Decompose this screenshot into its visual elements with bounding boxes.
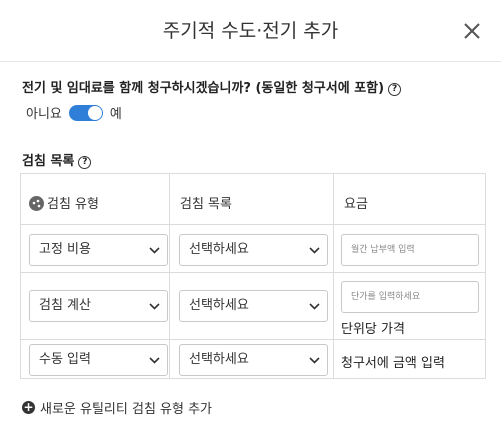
header-meter-type: 검침 유형 <box>29 193 99 212</box>
select-value: 선택하세요 <box>189 242 249 257</box>
select-value: 선택하세요 <box>189 352 249 367</box>
section-title: 검침 목록 <box>22 154 75 169</box>
toggle-knob <box>87 105 102 120</box>
chevron-down-icon <box>309 303 320 310</box>
chevron-down-icon <box>309 247 320 254</box>
unit-price-label: 단위당 가격 <box>341 322 405 337</box>
question-text: 전기 및 임대료를 함께 청구하시겠습니까? (동일한 청구서에 포함) <box>22 81 385 96</box>
select-value: 고정 비용 <box>39 242 91 257</box>
header-meter-item: 검침 목록 <box>180 197 232 212</box>
row-divider <box>21 339 485 340</box>
header-fee: 요금 <box>344 197 368 212</box>
select-value: 선택하세요 <box>189 298 249 313</box>
unit-price-input[interactable]: 단가를 입력하세요 <box>341 281 479 313</box>
plus-icon: + <box>22 400 35 414</box>
column-divider <box>169 174 170 378</box>
chevron-down-icon <box>149 303 160 310</box>
row-divider <box>21 224 485 225</box>
toggle-off-label: 아니요 <box>26 107 62 122</box>
adjust-icon <box>29 196 44 211</box>
select-value: 검침 계산 <box>39 298 91 313</box>
help-icon[interactable]: ? <box>388 83 402 96</box>
chevron-down-icon <box>149 357 160 364</box>
chevron-down-icon <box>149 247 160 254</box>
meter-item-select[interactable]: 선택하세요 <box>179 234 328 266</box>
meter-table: 검침 유형 검침 목록 요금 고정 비용 선택하세요 월간 납부액 입력 검침 … <box>20 173 486 379</box>
meter-list-heading: 검침 목록? <box>22 150 92 169</box>
add-meter-type-button[interactable]: + 새로운 유틸리티 검침 유형 추가 <box>22 398 212 417</box>
close-icon[interactable] <box>462 21 482 41</box>
header-divider <box>0 61 501 62</box>
bill-together-toggle-row: 아니요 예 <box>26 103 122 122</box>
chevron-down-icon <box>309 357 320 364</box>
add-meter-type-label: 새로운 유틸리티 검침 유형 추가 <box>40 402 213 417</box>
monthly-fee-input[interactable]: 월간 납부액 입력 <box>341 234 479 266</box>
utility-dialog: 주기적 수도·전기 추가 전기 및 임대료를 함께 청구하시겠습니까? (동일한… <box>0 0 501 430</box>
meter-type-select[interactable]: 수동 입력 <box>29 344 168 376</box>
manual-entry-label: 청구서에 금액 입력 <box>341 356 445 371</box>
meter-type-select[interactable]: 검침 계산 <box>29 290 168 322</box>
meter-type-select[interactable]: 고정 비용 <box>29 234 168 266</box>
bill-together-question: 전기 및 임대료를 함께 청구하시겠습니까? (동일한 청구서에 포함)? <box>22 77 402 96</box>
row-divider <box>21 272 485 273</box>
help-icon[interactable]: ? <box>78 156 92 169</box>
select-value: 수동 입력 <box>39 352 91 367</box>
meter-item-select[interactable]: 선택하세요 <box>179 290 328 322</box>
dialog-title: 주기적 수도·전기 추가 <box>162 20 339 42</box>
toggle-on-label: 예 <box>109 107 122 122</box>
column-divider <box>333 174 334 378</box>
header-label: 검침 유형 <box>47 197 99 212</box>
bill-together-toggle[interactable] <box>68 104 103 121</box>
meter-item-select[interactable]: 선택하세요 <box>179 344 328 376</box>
